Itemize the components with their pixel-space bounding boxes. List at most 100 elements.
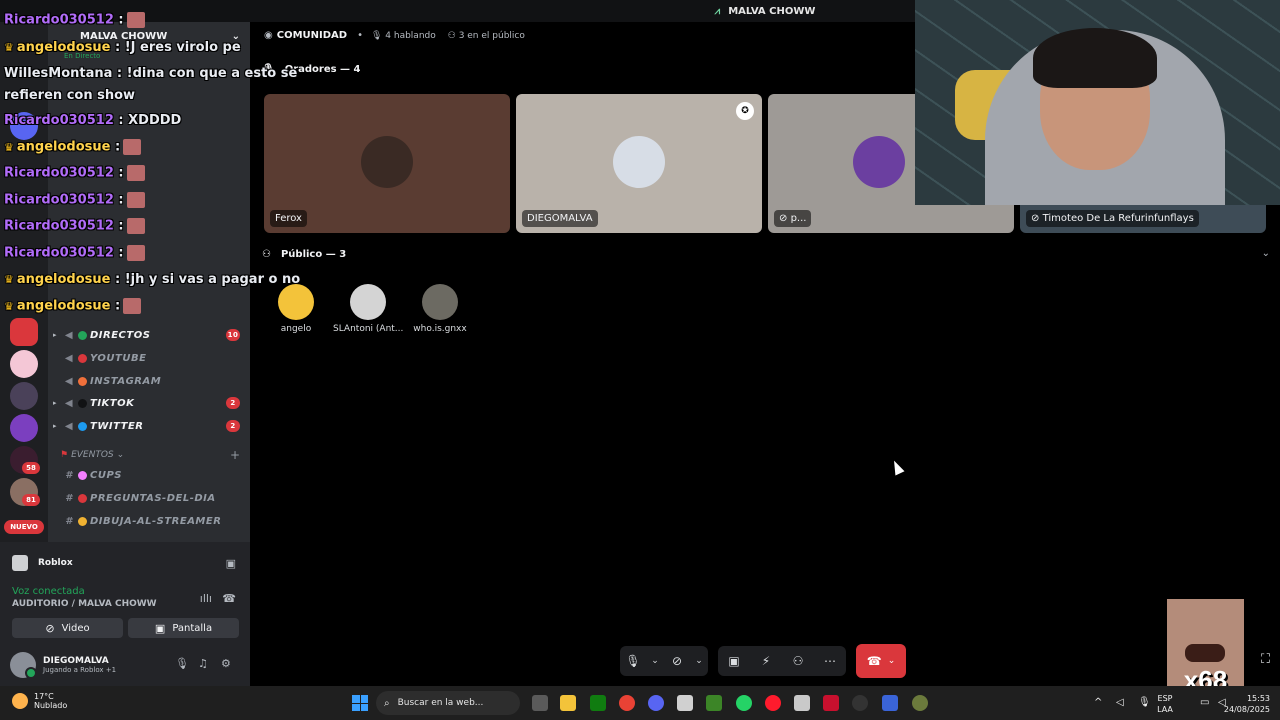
screen-button[interactable]: ▣ Pantalla (128, 618, 239, 638)
fullscreen-icon[interactable]: ⛶ (1261, 652, 1270, 667)
server-icon[interactable] (10, 382, 38, 410)
microphone-icon[interactable]: 🎙 (620, 646, 646, 676)
category-eventos[interactable]: ⚑ EVENTOS ⌄ + (48, 446, 250, 464)
status-dot (78, 376, 87, 386)
megaphone-icon: ◀ (64, 329, 74, 341)
windows-start-icon[interactable] (352, 695, 368, 711)
activity-name: Roblox (38, 558, 73, 568)
chrome-icon[interactable] (619, 695, 635, 711)
flag-icon: ⚑ (60, 450, 69, 460)
channel-dibuja[interactable]: # DIBUJA-AL-STREAMER (48, 510, 250, 532)
chevron-down-icon[interactable]: ⌄ (1262, 248, 1270, 259)
chevron-down-icon: ⌄ (887, 656, 896, 666)
speaker-icon[interactable]: ◁ (1116, 697, 1124, 708)
speaker-tile[interactable]: ✪ DIEGOMALVA (516, 94, 762, 233)
disconnect-icon[interactable]: ☎ (222, 592, 236, 605)
activity-card[interactable]: Roblox ▣ (4, 548, 246, 578)
more-icon[interactable]: ⋯ (814, 646, 846, 676)
category-label: EVENTOS (71, 450, 114, 460)
audience-member[interactable]: angelo (261, 284, 331, 334)
leave-call-button[interactable]: ☎ ⌄ (856, 644, 906, 678)
user-activity: Jugando a Roblox +1 (43, 666, 117, 674)
file-explorer-icon[interactable] (560, 695, 576, 711)
network-icon[interactable]: ▭ (1200, 697, 1209, 708)
soundwave-icon[interactable]: ıllı (200, 592, 212, 605)
weather-widget[interactable]: 17°C Nublado (12, 692, 67, 710)
store-icon[interactable] (677, 695, 693, 711)
clock[interactable]: 15:53 24/08/2025 (1210, 693, 1270, 715)
live-indicator: En Directo (64, 52, 101, 60)
audience-member[interactable]: SLAntoni (Ant... (333, 284, 403, 334)
unread-badge: 10 (226, 329, 240, 341)
task-view-icon[interactable] (532, 695, 548, 711)
opera-icon[interactable] (765, 695, 781, 711)
minecraft-icon[interactable] (706, 695, 722, 711)
channel-twitter[interactable]: ▸ ◀ TWITTER 2 (48, 415, 250, 437)
channel-label: INSTAGRAM (90, 375, 162, 387)
audience-name: SLAntoni (Ant... (333, 324, 403, 334)
channel-tiktok[interactable]: ▸ ◀ TIKTOK 2 (48, 392, 250, 414)
hangup-icon: ☎ (866, 654, 882, 668)
chevron-down-icon: ⌄ (116, 450, 125, 460)
channel-instagram[interactable]: ◀ INSTAGRAM (48, 370, 250, 392)
avatar (852, 136, 905, 188)
speakers-header: 🎙 Oradores — 4 (262, 64, 361, 75)
audience-icon: ⚇ (262, 249, 271, 260)
app-icon[interactable] (823, 695, 839, 711)
server-icon[interactable] (10, 112, 38, 140)
current-user[interactable]: DIEGOMALVA Jugando a Roblox +1 🎙 ♫ ⚙ (10, 650, 240, 680)
gear-icon[interactable]: ⚙ (221, 657, 231, 670)
app-icon[interactable] (882, 695, 898, 711)
channel-cups[interactable]: # CUPS (48, 464, 250, 486)
audience-member[interactable]: who.is.gnxx (405, 284, 475, 334)
emoji-icon (78, 516, 87, 526)
move-to-audience-icon[interactable]: ⚇ (782, 646, 814, 676)
discord-icon[interactable] (648, 695, 664, 711)
screen-share-icon[interactable]: ▣ (226, 557, 236, 570)
camera-off-icon: ⊘ (45, 621, 55, 635)
server-header[interactable]: MALVA CHOWW ⌄ (48, 22, 250, 50)
chevron-down-icon[interactable]: ⌄ (690, 646, 708, 676)
chevron-up-icon[interactable]: ^ (1094, 697, 1102, 708)
microphone-icon[interactable]: 🎙 (1138, 697, 1151, 708)
language-indicator[interactable]: ESP LAA (1150, 693, 1180, 715)
whatsapp-icon[interactable] (736, 695, 752, 711)
screen-icon: ▣ (154, 621, 166, 635)
stage-header: ◉ COMUNIDAD • 🎙 4 hablando ⚇ 3 en el púb… (264, 30, 525, 41)
user-panel: Roblox ▣ Voz conectada AUDITORIO / MALVA… (0, 542, 250, 686)
chevron-down-icon[interactable]: ⌄ (646, 646, 664, 676)
stage-icon: ⩘ (714, 5, 721, 17)
server-icon[interactable] (10, 318, 38, 346)
microphone-icon[interactable]: 🎙 (175, 657, 189, 670)
server-mention-badge: 58 (22, 462, 40, 474)
headphones-icon[interactable]: ♫ (198, 657, 208, 670)
add-channel-icon[interactable]: + (230, 448, 240, 462)
video-button[interactable]: ⊘ Video (12, 618, 123, 638)
camera-off-icon[interactable]: ⊘ (664, 646, 690, 676)
channel-label: DIRECTOS (90, 329, 151, 341)
app-icon[interactable] (912, 695, 928, 711)
obs-icon[interactable] (852, 695, 868, 711)
speaker-tile[interactable]: Ferox (264, 94, 510, 233)
taskbar-search[interactable]: ⌕ Buscar en la web... (376, 691, 520, 715)
channel-youtube[interactable]: ◀ YOUTUBE (48, 347, 250, 369)
screen-share-icon[interactable]: ▣ (718, 646, 750, 676)
muted-icon: ⊘ (1031, 213, 1040, 224)
avatar (361, 136, 413, 188)
roblox-icon[interactable] (794, 695, 810, 711)
activity-icon[interactable]: ⚡ (750, 646, 782, 676)
status-dot (78, 398, 87, 408)
stage-title: COMUNIDAD (276, 30, 348, 41)
audience-header: ⚇ Público — 3 (262, 249, 346, 260)
server-icon[interactable] (10, 414, 38, 442)
server-icon[interactable] (10, 350, 38, 378)
hash-icon: # (65, 492, 73, 504)
windows-taskbar: 17°C Nublado ⌕ Buscar en la web... ^ ◁ 🎙… (0, 686, 1280, 720)
channel-directos[interactable]: ▸ ◀ DIRECTOS 10 (48, 324, 250, 346)
avatar (10, 652, 37, 679)
audience-label: Público — 3 (280, 249, 347, 260)
xbox-icon[interactable] (590, 695, 606, 711)
channel-preguntas[interactable]: # PREGUNTAS-DEL-DIA (48, 487, 250, 509)
channel-label: PREGUNTAS-DEL-DIA (90, 492, 216, 504)
avatar (613, 136, 665, 188)
